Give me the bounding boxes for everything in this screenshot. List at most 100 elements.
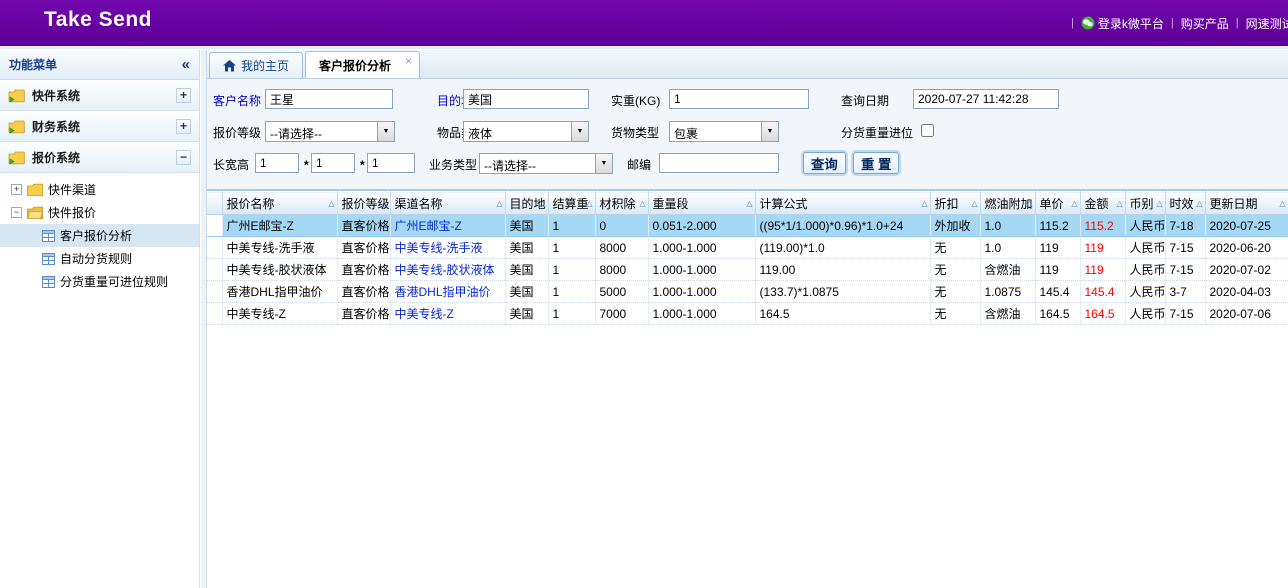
postcode-input[interactable] [659, 153, 779, 173]
destination-input[interactable] [463, 89, 589, 109]
cell-formula: 119.00 [755, 259, 930, 281]
tab-close-icon[interactable]: × [405, 54, 412, 68]
table-row[interactable]: 中美专线-Z直客价格中美专线-Z美国170001.000-1.000164.5无… [207, 303, 1288, 325]
channel-link[interactable]: 中美专线-洗手液 [395, 241, 483, 255]
expand-minus-icon[interactable]: − [11, 207, 22, 218]
column-header-updated[interactable]: 更新日期△ [1205, 192, 1288, 215]
column-header-transit[interactable]: 时效△ [1165, 192, 1205, 215]
channel-link[interactable]: 中美专线-Z [395, 307, 454, 321]
column-header-formula[interactable]: 计算公式△ [755, 192, 930, 215]
sort-triangle-icon[interactable]: △ [921, 199, 927, 208]
group-collapse-button[interactable]: − [176, 150, 191, 165]
sort-triangle-icon[interactable]: △ [1156, 199, 1162, 208]
tree-node-express-channel[interactable]: + 快件渠道 [0, 178, 199, 201]
speed-test-label: 网速测试 [1246, 15, 1288, 32]
group-expand-button[interactable]: + [176, 119, 191, 134]
column-header-discount[interactable]: 折扣△ [930, 192, 980, 215]
column-header-currency[interactable]: 币别△ [1125, 192, 1165, 215]
dropdown-arrow-icon[interactable]: ▼ [595, 154, 612, 173]
tree-leaf-customer-quote-analysis[interactable]: 客户报价分析 [0, 224, 199, 247]
cell-discount: 无 [930, 281, 980, 303]
column-header-name[interactable]: 报价名称△ [222, 192, 337, 215]
tree-leaf-split-weight-carry-rule[interactable]: 分货重量可进位规则 [0, 270, 199, 293]
sidebar-group-finance-system[interactable]: 财务系统 + [0, 111, 199, 142]
dropdown-arrow-icon[interactable]: ▼ [377, 122, 394, 141]
cell-currency: 人民币 [1125, 303, 1165, 325]
link-separator: | [1071, 17, 1074, 29]
expand-plus-icon[interactable]: + [11, 184, 22, 195]
query-date-input[interactable] [913, 89, 1059, 109]
cell-fuel: 1.0875 [980, 281, 1035, 303]
wechat-icon [1081, 16, 1095, 30]
buy-product-link[interactable]: 购买产品 [1181, 15, 1229, 32]
cell-name: 中美专线-Z [222, 303, 337, 325]
length-input[interactable] [255, 153, 299, 173]
cell-rownum [207, 237, 222, 259]
sort-triangle-icon[interactable]: △ [1026, 199, 1032, 208]
sort-triangle-icon[interactable]: △ [539, 199, 545, 208]
tree-node-express-quote[interactable]: − 快件报价 [0, 201, 199, 224]
tab-customer-quote-analysis[interactable]: 客户报价分析 × [305, 51, 420, 78]
tree-leaf-auto-split-rule[interactable]: 自动分货规则 [0, 247, 199, 270]
sidebar-collapse-icon[interactable]: « [182, 56, 190, 73]
channel-link[interactable]: 广州E邮宝-Z [395, 219, 462, 233]
cell-settle_weight: 1 [548, 303, 595, 325]
channel-link[interactable]: 香港DHL指甲油价 [395, 285, 491, 299]
table-row[interactable]: 香港DHL指甲油价直客价格香港DHL指甲油价美国150001.000-1.000… [207, 281, 1288, 303]
column-header-fuel[interactable]: 燃油附加△ [980, 192, 1035, 215]
dimensions-label: 长宽高 [213, 156, 249, 173]
column-header-settle_weight[interactable]: 结算重△ [548, 192, 595, 215]
cell-formula: ((95*1/1.000)*0.96)*1.0+24 [755, 215, 930, 237]
split-weight-carry-checkbox[interactable] [921, 124, 934, 137]
link-separator: | [1236, 17, 1239, 29]
sort-triangle-icon[interactable]: △ [328, 199, 334, 208]
table-row[interactable]: 广州E邮宝-Z直客价格广州E邮宝-Z美国100.051-2.000((95*1/… [207, 215, 1288, 237]
table-row[interactable]: 中美专线-洗手液直客价格中美专线-洗手液美国180001.000-1.000(1… [207, 237, 1288, 259]
column-header-weight_range[interactable]: 重量段△ [648, 192, 755, 215]
column-header-channel[interactable]: 渠道名称△ [390, 192, 505, 215]
cell-currency: 人民币 [1125, 281, 1165, 303]
sort-triangle-icon[interactable]: △ [1116, 199, 1122, 208]
width-input[interactable] [311, 153, 355, 173]
column-label: 金额 [1085, 197, 1109, 211]
height-input[interactable] [367, 153, 415, 173]
sort-triangle-icon[interactable]: △ [1196, 199, 1202, 208]
sort-triangle-icon[interactable]: △ [746, 199, 752, 208]
sort-triangle-icon[interactable]: △ [1071, 199, 1077, 208]
speed-test-link[interactable]: 网速测试 [1246, 15, 1288, 32]
home-icon [223, 60, 236, 72]
column-header-unit_price[interactable]: 单价△ [1035, 192, 1080, 215]
column-header-amount[interactable]: 金额 △ [1080, 192, 1125, 215]
sidebar-group-quote-system[interactable]: 报价系统 − [0, 142, 199, 173]
business-type-select[interactable]: --请选择-- ▼ [479, 153, 613, 174]
login-kwei-link[interactable]: 登录k微平台 [1081, 15, 1164, 32]
item-category-select[interactable]: 液体 ▼ [463, 121, 589, 142]
sort-triangle-icon[interactable]: △ [1279, 199, 1285, 208]
sort-triangle-icon[interactable]: △ [586, 199, 592, 208]
folder-icon [27, 183, 43, 196]
actual-weight-input[interactable] [669, 89, 809, 109]
search-button[interactable]: 查询 [803, 152, 846, 174]
quote-grade-select[interactable]: --请选择-- ▼ [265, 121, 395, 142]
sort-triangle-icon[interactable]: △ [496, 199, 502, 208]
column-header-grade[interactable]: 报价等级△ [337, 192, 390, 215]
group-label: 报价系统 [32, 149, 80, 166]
dropdown-arrow-icon[interactable]: ▼ [571, 122, 588, 141]
cell-unit_price: 115.2 [1035, 215, 1080, 237]
dropdown-arrow-icon[interactable]: ▼ [761, 122, 778, 141]
sort-triangle-icon[interactable]: △ [639, 199, 645, 208]
table-row[interactable]: 中美专线-胶状液体直客价格中美专线-胶状液体美国180001.000-1.000… [207, 259, 1288, 281]
cell-weight_range: 1.000-1.000 [648, 259, 755, 281]
reset-button[interactable]: 重 置 [853, 152, 899, 174]
customer-name-input[interactable] [265, 89, 393, 109]
cargo-type-select[interactable]: 包裹 ▼ [669, 121, 779, 142]
column-header-dest[interactable]: 目的地△ [505, 192, 548, 215]
sort-triangle-icon[interactable]: △ [381, 199, 387, 208]
tab-my-homepage[interactable]: 我的主页 [209, 52, 303, 78]
group-expand-button[interactable]: + [176, 88, 191, 103]
cell-dest: 美国 [505, 215, 548, 237]
sort-triangle-icon[interactable]: △ [971, 199, 977, 208]
channel-link[interactable]: 中美专线-胶状液体 [395, 263, 495, 277]
sidebar-group-express-system[interactable]: 快件系统 + [0, 80, 199, 111]
column-header-vol_divisor[interactable]: 材积除△ [595, 192, 648, 215]
